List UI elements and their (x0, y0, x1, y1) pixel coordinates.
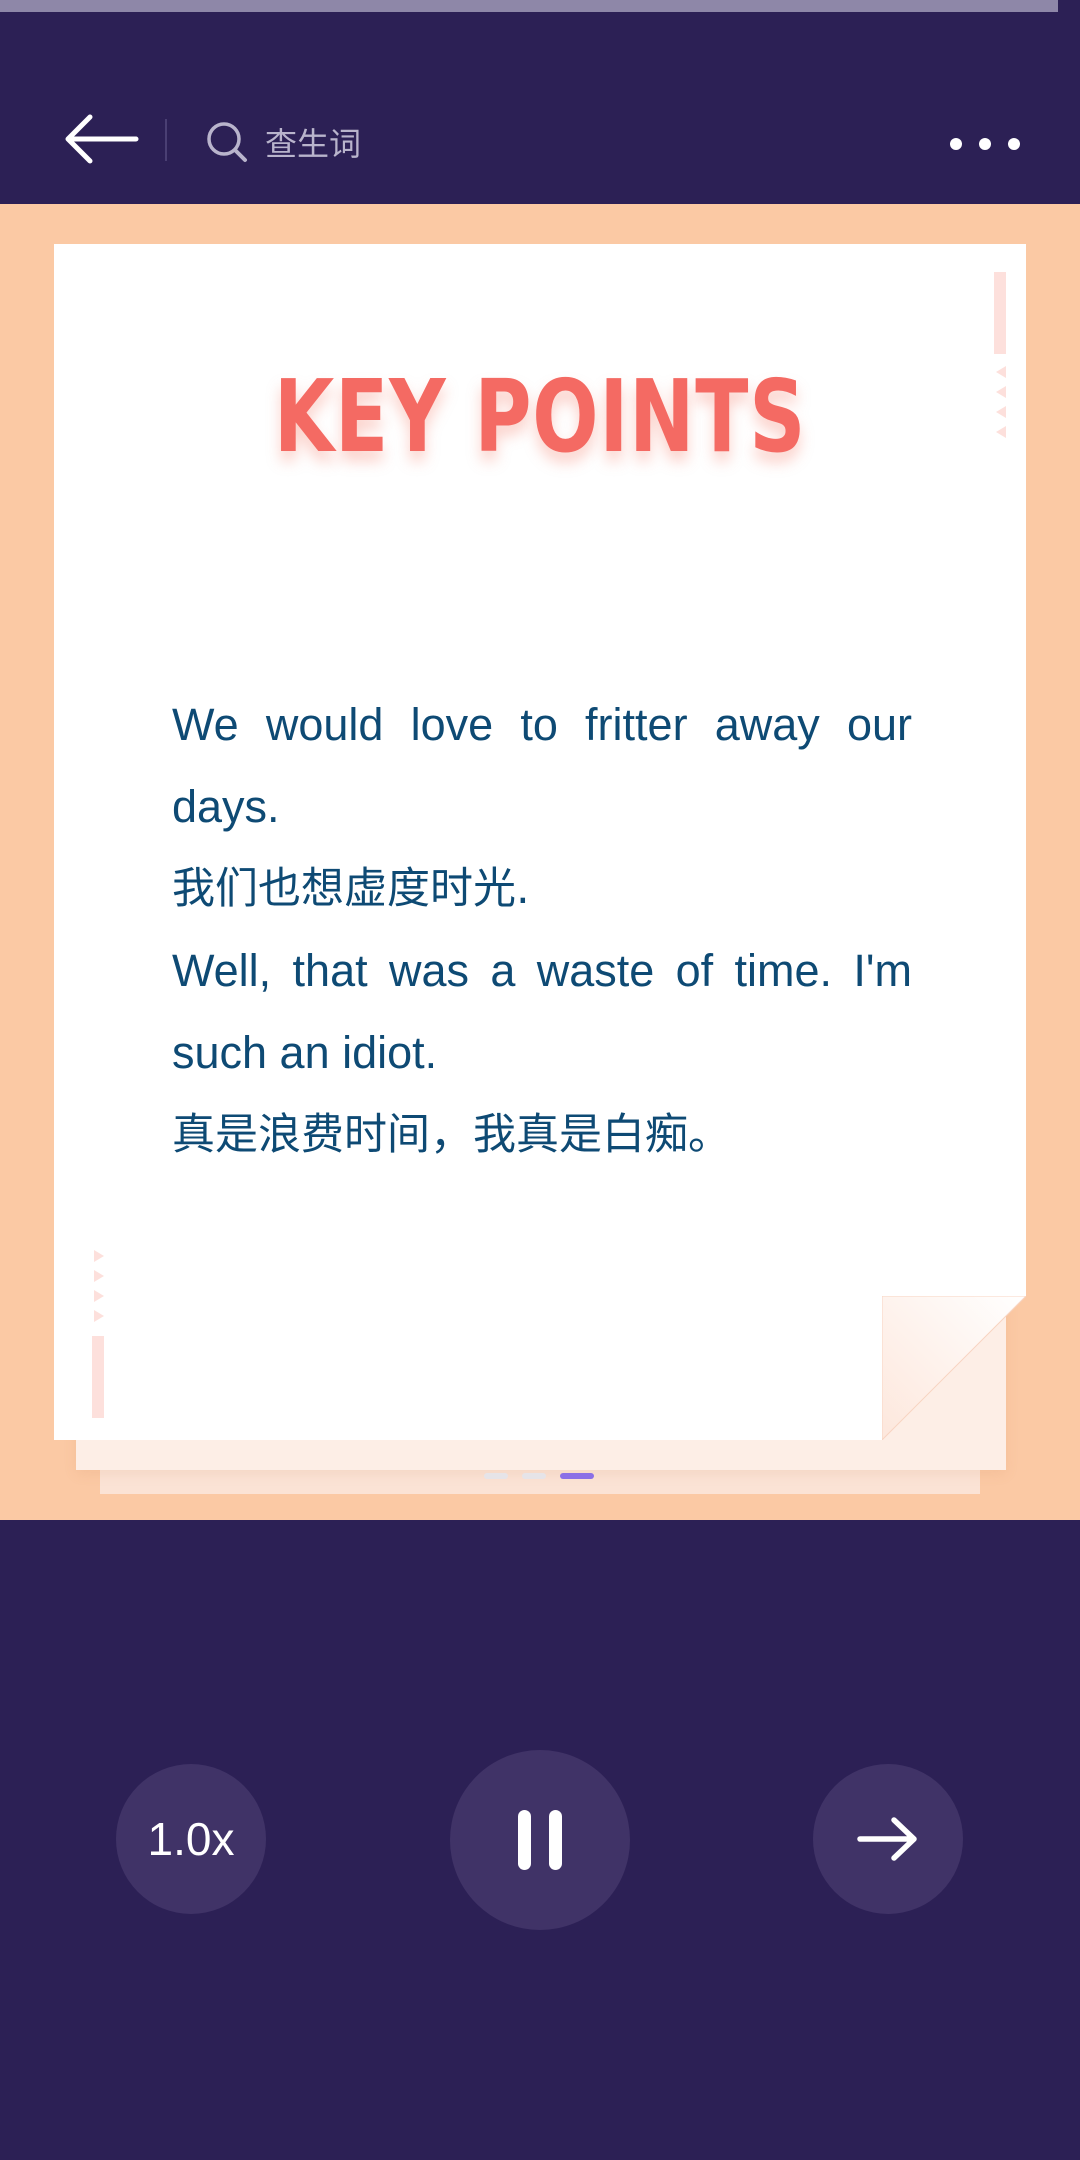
english-sentence: Well, that was a waste of time. I'm such… (172, 945, 912, 1078)
playback-progress-fill (0, 0, 1059, 12)
page-curl-corner (882, 1296, 1026, 1440)
word-lookup-label: 查生词 (265, 125, 362, 163)
top-bar: 查生词 (0, 12, 1080, 204)
playback-progress-bar (0, 0, 1080, 12)
next-button[interactable] (813, 1764, 963, 1914)
decor-bar-left (92, 1336, 104, 1418)
search-icon (207, 122, 247, 162)
page-dot-active (560, 1473, 594, 1479)
pause-button[interactable] (450, 1750, 630, 1930)
page-dot (522, 1473, 546, 1479)
arrow-right-icon (857, 1817, 917, 1861)
playback-controls: 1.0x (0, 1520, 1080, 2160)
arrow-left-icon (65, 114, 139, 164)
word-lookup-button[interactable]: 查生词 (205, 112, 361, 172)
english-sentence: We would love to fritter away our days. (172, 699, 912, 832)
card-title: KEY POINTS (273, 358, 807, 475)
pause-icon (518, 1810, 562, 1870)
playback-speed-label: 1.0x (147, 1813, 235, 1865)
playback-speed-button[interactable]: 1.0x (116, 1764, 266, 1914)
more-horizontal-icon-dot (979, 138, 991, 150)
decor-triangles-right (996, 366, 1006, 438)
chinese-translation: 真是浪费时间，我真是白痴。 (172, 1110, 731, 1160)
card-content: We would love to fritter away our days. … (172, 684, 912, 1176)
chinese-translation: 我们也想虚度时光. (172, 864, 530, 914)
more-options-button[interactable] (950, 124, 1020, 164)
decor-bar-right (994, 272, 1006, 354)
more-horizontal-icon-dot (1008, 138, 1020, 150)
page-dot (484, 1473, 508, 1479)
page-indicator (484, 1473, 594, 1479)
decor-triangles-left (94, 1250, 104, 1322)
more-horizontal-icon-dot (950, 138, 962, 150)
header-divider (165, 119, 167, 161)
back-button[interactable] (62, 112, 140, 166)
